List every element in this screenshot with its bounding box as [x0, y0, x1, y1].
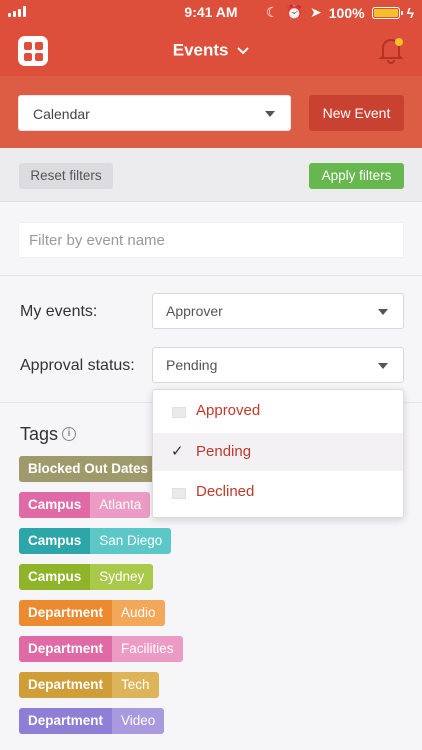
checkbox-icon [172, 488, 186, 499]
bell-icon[interactable] [378, 36, 404, 64]
nav-bar: Events [0, 24, 422, 76]
tag-chip[interactable]: Department Facilities [19, 636, 183, 662]
tag-value: Tech [112, 672, 159, 698]
tag-value: Facilities [112, 636, 183, 662]
my-events-label: My events: [20, 303, 98, 320]
location-icon: ➤ [310, 4, 322, 20]
tag-key: Blocked Out Dates [19, 456, 158, 482]
tag-value: San Diego [90, 528, 172, 554]
approval-status-label: Approval status: [20, 357, 135, 374]
reset-filters-button[interactable]: Reset filters [19, 163, 113, 189]
calendar-toolbar: Calendar New Event [0, 76, 422, 148]
tag-key: Campus [19, 564, 91, 590]
option-label: Pending [196, 443, 252, 460]
tag-chip[interactable]: Campus Atlanta [19, 492, 151, 518]
battery-icon [371, 6, 403, 19]
filter-actions: Reset filters Apply filters [0, 148, 422, 202]
battery-percent: 100% [328, 4, 365, 21]
tag-key: Campus [19, 492, 91, 518]
tag-key: Campus [19, 528, 91, 554]
tag-value: Sydney [90, 564, 154, 590]
new-event-button[interactable]: New Event [309, 95, 404, 131]
chevron-down-icon [237, 46, 249, 54]
alarm-icon: ⏰ [285, 4, 304, 20]
tag-chip[interactable]: Campus San Diego [19, 528, 172, 554]
my-events-value: Approver [166, 303, 223, 319]
my-events-select[interactable]: Approver [152, 293, 404, 329]
approval-option-declined[interactable]: Declined [153, 473, 403, 511]
info-icon[interactable]: i [62, 427, 76, 441]
calendar-select-value: Calendar [33, 106, 90, 122]
tag-chip[interactable]: Department Video [19, 708, 165, 734]
moon-icon: ☾ [266, 4, 279, 20]
approval-option-approved[interactable]: Approved [153, 392, 403, 430]
caret-down-icon [265, 111, 275, 117]
apply-filters-button[interactable]: Apply filters [309, 163, 404, 189]
tag-chip[interactable]: Department Audio [19, 600, 165, 626]
caret-down-icon [378, 363, 388, 369]
tag-key: Department [19, 600, 113, 626]
caret-down-icon [378, 309, 388, 315]
tag-value: Audio [112, 600, 165, 626]
option-label: Declined [196, 483, 255, 500]
tag-key: Department [19, 708, 113, 734]
calendar-select[interactable]: Calendar [18, 95, 291, 131]
divider [0, 275, 422, 276]
approval-status-dropdown: Approved ✓ Pending Declined [152, 389, 404, 518]
tag-chip[interactable]: Campus Sydney [19, 564, 154, 590]
tag-chip[interactable]: Blocked Out Dates [19, 456, 158, 482]
tag-key: Department [19, 636, 113, 662]
option-label: Approved [196, 402, 261, 419]
status-bar: 9:41 AM ☾ ⏰ ➤ 100% ϟ [0, 0, 422, 24]
checkbox-icon [172, 407, 186, 418]
charging-icon: ϟ [406, 4, 414, 21]
approval-status-select[interactable]: Pending [152, 347, 404, 383]
nav-title: Events [172, 40, 229, 60]
tag-key: Department [19, 672, 113, 698]
tag-value: Video [112, 708, 165, 734]
event-name-filter-input[interactable]: Filter by event name [18, 222, 404, 258]
tags-title: Tags [20, 424, 59, 444]
nav-title-dropdown[interactable]: Events [0, 40, 422, 61]
checkmark-icon: ✓ [171, 443, 184, 460]
approval-option-pending[interactable]: ✓ Pending [153, 433, 403, 471]
approval-status-value: Pending [166, 357, 218, 373]
tag-chip[interactable]: Department Tech [19, 672, 159, 698]
tag-value: Atlanta [90, 492, 151, 518]
